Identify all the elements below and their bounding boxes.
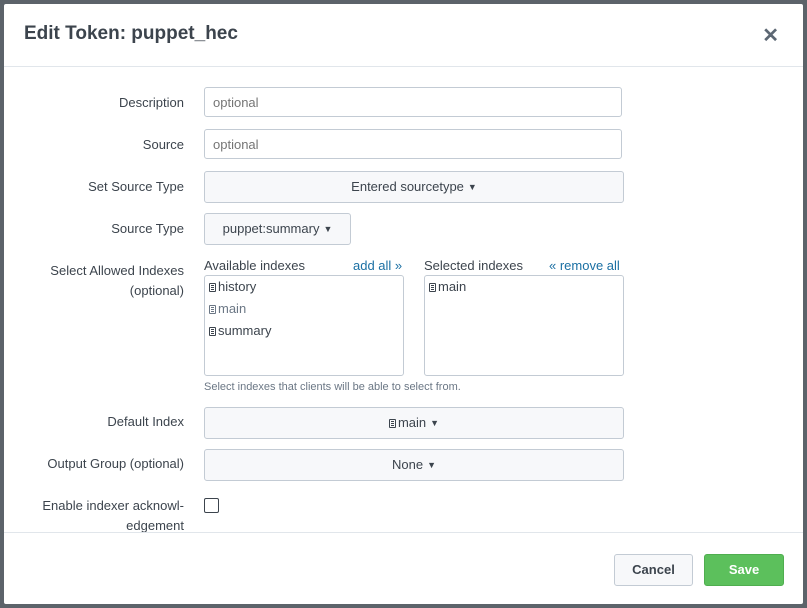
- add-all-link[interactable]: add all »: [353, 258, 402, 273]
- set-source-type-value: Entered sourcetype: [351, 179, 464, 194]
- set-source-type-dropdown[interactable]: Entered sourcetype ▼: [204, 171, 624, 203]
- source-type-dropdown[interactable]: puppet:summary ▼: [204, 213, 351, 245]
- caret-down-icon: ▼: [467, 182, 477, 192]
- source-type-value: puppet:summary: [222, 221, 320, 236]
- close-icon[interactable]: ✕: [762, 26, 779, 46]
- output-group-value: None: [392, 457, 424, 472]
- available-index-item[interactable]: history: [205, 276, 403, 298]
- edit-token-dialog: Edit Token: puppet_hec ✕ Description Sou…: [4, 4, 803, 604]
- description-label: Description: [118, 95, 184, 110]
- index-icon: [209, 327, 216, 336]
- default-index-dropdown[interactable]: main ▼: [204, 407, 624, 439]
- remove-all-link[interactable]: « remove all: [549, 258, 620, 273]
- allowed-indexes-label-line1: Select Allowed Indexes: [50, 263, 184, 278]
- indexer-ack-checkbox[interactable]: [204, 498, 219, 513]
- caret-down-icon: ▼: [430, 418, 440, 428]
- default-index-label: Default Index: [107, 414, 184, 429]
- set-source-type-label: Set Source Type: [88, 179, 184, 194]
- index-name: history: [218, 279, 257, 294]
- index-icon: [429, 283, 436, 292]
- indexer-ack-label-line1: Enable indexer acknowl-: [42, 498, 184, 513]
- index-name: main: [218, 301, 247, 316]
- index-name: main: [438, 279, 467, 294]
- source-label: Source: [142, 137, 184, 152]
- default-index-value: main: [397, 415, 427, 430]
- caret-down-icon: ▼: [323, 224, 333, 234]
- source-type-label: Source Type: [111, 221, 184, 236]
- index-name: summary: [218, 323, 272, 338]
- allowed-indexes-help: Select indexes that clients will be able…: [204, 381, 461, 393]
- output-group-dropdown[interactable]: None ▼: [204, 449, 624, 481]
- available-indexes-list[interactable]: history main summary: [204, 275, 404, 376]
- allowed-indexes-label: Select Allowed Indexes (optional): [50, 261, 184, 301]
- available-index-item[interactable]: main: [205, 298, 403, 320]
- dialog-footer: Cancel Save: [4, 532, 803, 605]
- dialog-title: Edit Token: puppet_hec: [24, 23, 238, 44]
- index-icon: [388, 419, 396, 428]
- output-group-label: Output Group (optional): [47, 456, 184, 471]
- available-index-item[interactable]: summary: [205, 320, 403, 342]
- description-input[interactable]: [204, 87, 622, 117]
- selected-indexes-title: Selected indexes: [424, 258, 524, 273]
- index-icon: [209, 305, 216, 314]
- available-indexes-title: Available indexes: [204, 258, 305, 273]
- selected-index-item[interactable]: main: [425, 276, 623, 298]
- save-button[interactable]: Save: [704, 554, 784, 586]
- cancel-button[interactable]: Cancel: [614, 554, 693, 586]
- index-icon: [209, 283, 216, 292]
- selected-indexes-list[interactable]: main: [424, 275, 624, 376]
- caret-down-icon: ▼: [427, 460, 436, 470]
- source-input[interactable]: [204, 129, 622, 159]
- allowed-indexes-label-line2: (optional): [129, 283, 184, 298]
- dialog-header: Edit Token: puppet_hec ✕: [4, 4, 803, 67]
- indexer-ack-label: Enable indexer acknowl- edgement: [42, 496, 184, 536]
